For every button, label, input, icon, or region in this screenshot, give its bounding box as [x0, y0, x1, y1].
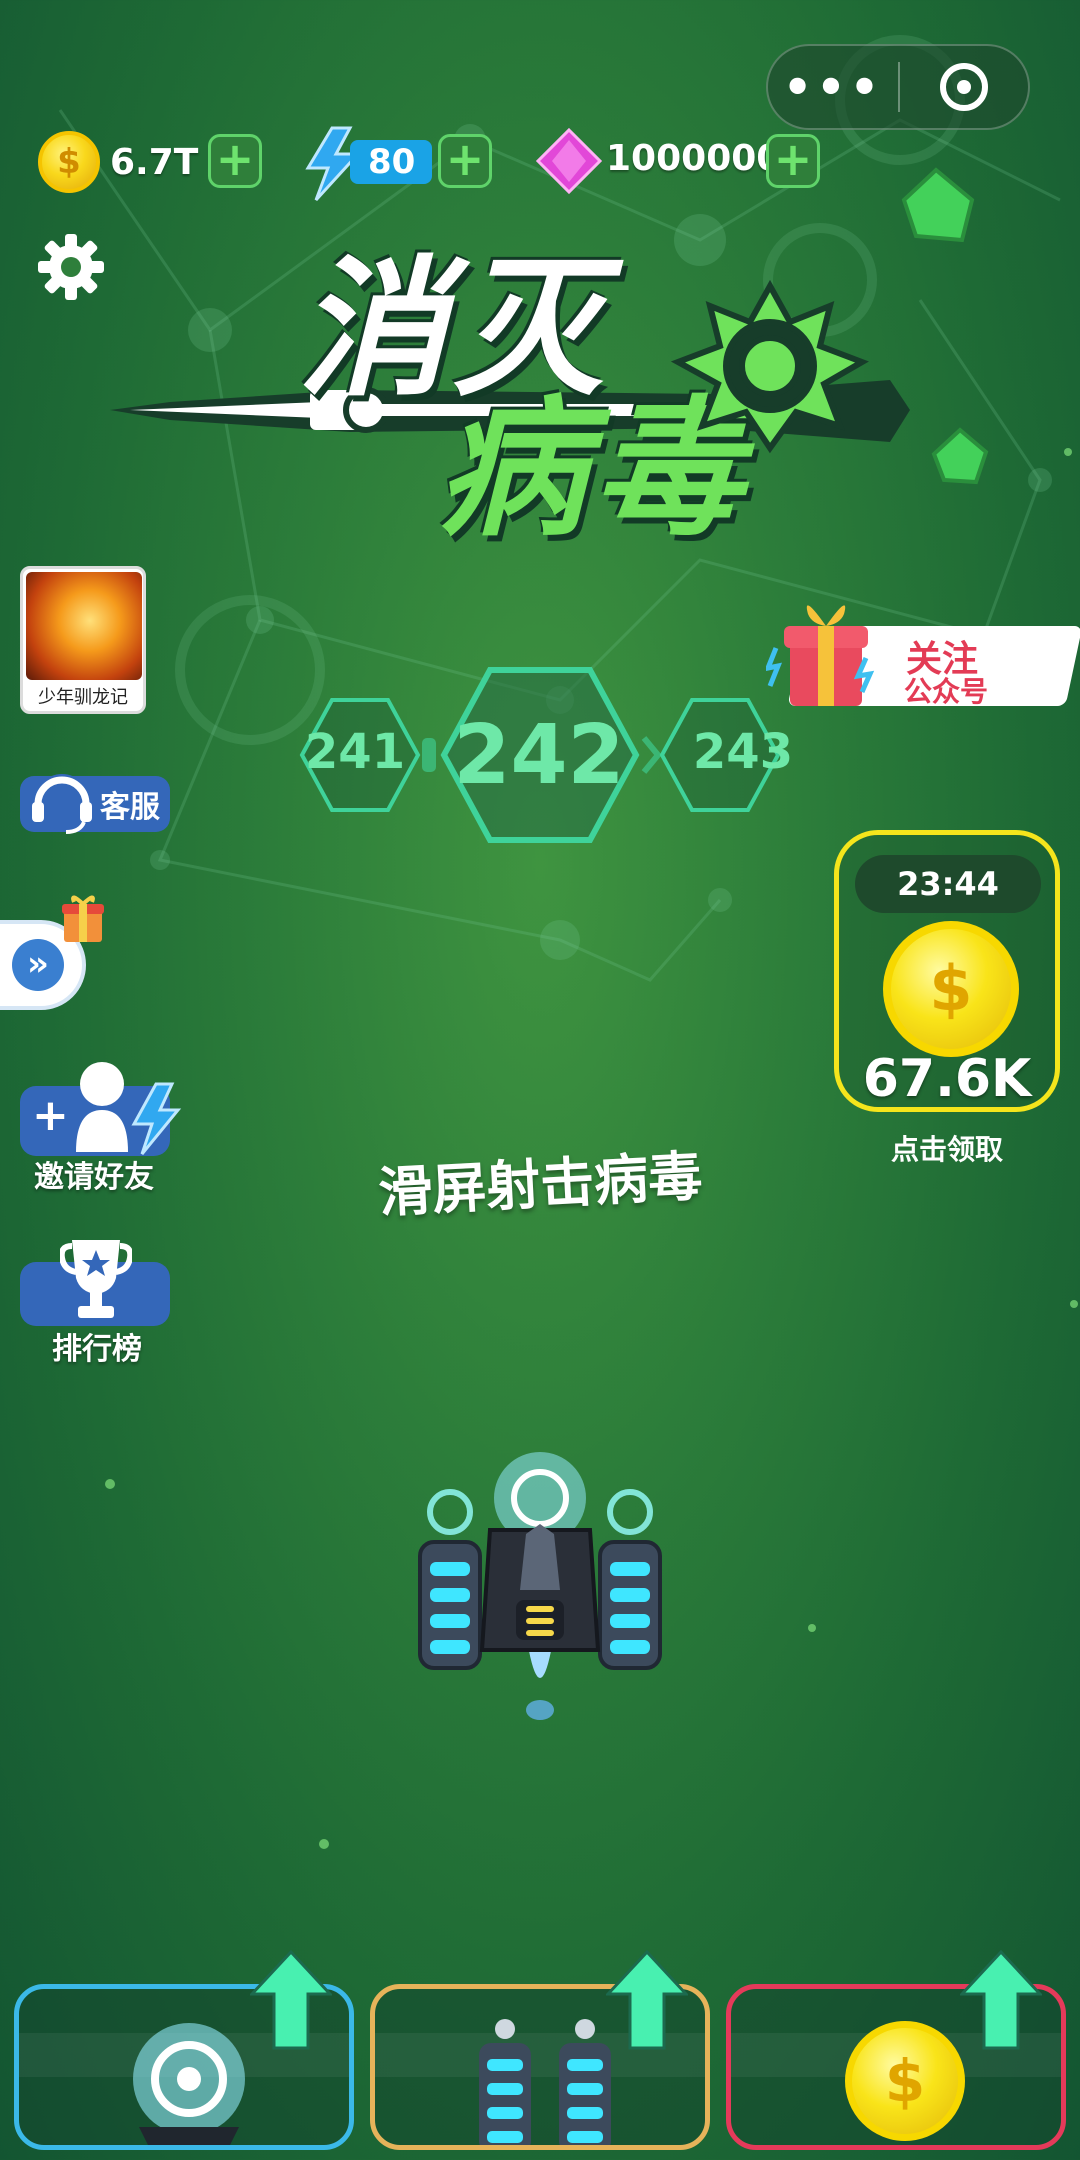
plus-icon: +: [32, 1090, 69, 1141]
spaceship-icon[interactable]: [410, 1450, 670, 1720]
follow-account-banner[interactable]: 关注 公众号: [766, 605, 1080, 710]
coin-reward-button[interactable]: 23:44 $ 67.6K: [834, 830, 1060, 1112]
trophy-icon: [60, 1240, 132, 1318]
leaderboard-button[interactable]: [20, 1234, 170, 1328]
dollar-coin-icon: $: [883, 921, 1019, 1057]
gem-icon: [536, 128, 602, 194]
add-energy-button[interactable]: +: [438, 134, 492, 188]
mini-program-capsule: •••: [766, 44, 1030, 130]
add-coins-button[interactable]: +: [208, 134, 262, 188]
prev-level: 241: [304, 724, 406, 780]
coin-amount: 6.7T: [110, 141, 199, 183]
game-title-logo: 消灭 病毒: [110, 240, 930, 580]
next-level: 243: [692, 724, 794, 780]
promo-game-button[interactable]: 少年驯龙记: [20, 566, 146, 714]
close-program-button[interactable]: [900, 63, 1028, 111]
promo-game-art: [26, 572, 142, 680]
gift-icon: [62, 895, 104, 942]
gear-icon[interactable]: [36, 232, 106, 302]
customer-service-button[interactable]: 客服: [20, 774, 170, 834]
person-icon: [76, 1062, 128, 1152]
upgrade-arrow-icon: [606, 1950, 688, 2050]
invite-label: 邀请好友: [34, 1160, 154, 1195]
upgrade-arrow-icon: [960, 1950, 1042, 2050]
virus-icon: [670, 279, 869, 454]
promo-game-caption: 少年驯龙记: [38, 687, 128, 708]
twin-cannon-icon: [479, 2019, 611, 2145]
dollar-coin-icon: $: [38, 131, 100, 193]
coin-counter: $ 6.7T: [38, 130, 198, 194]
fire-core-icon: [133, 2023, 245, 2145]
service-label: 客服: [100, 790, 160, 825]
energy-amount: 80: [350, 140, 432, 184]
double-chevron-right-icon: »: [12, 939, 64, 991]
leaderboard-label: 排行榜: [52, 1332, 142, 1367]
reward-caption[interactable]: 点击领取: [834, 1128, 1060, 1168]
reward-amount: 67.6K: [862, 1049, 1032, 1109]
lightning-icon: [131, 1082, 182, 1155]
reward-timer: 23:44: [855, 855, 1041, 913]
current-level: 242: [453, 708, 625, 803]
follow-subtitle: 公众号: [904, 675, 989, 708]
dollar-coin-icon: $: [845, 2021, 965, 2141]
more-menu-button[interactable]: •••: [768, 64, 898, 110]
upgrade-arrow-icon: [250, 1950, 332, 2050]
headset-icon: [32, 774, 92, 834]
target-icon: [939, 63, 988, 111]
add-gems-button[interactable]: +: [766, 134, 820, 188]
gem-amount: 1000000: [606, 138, 782, 179]
